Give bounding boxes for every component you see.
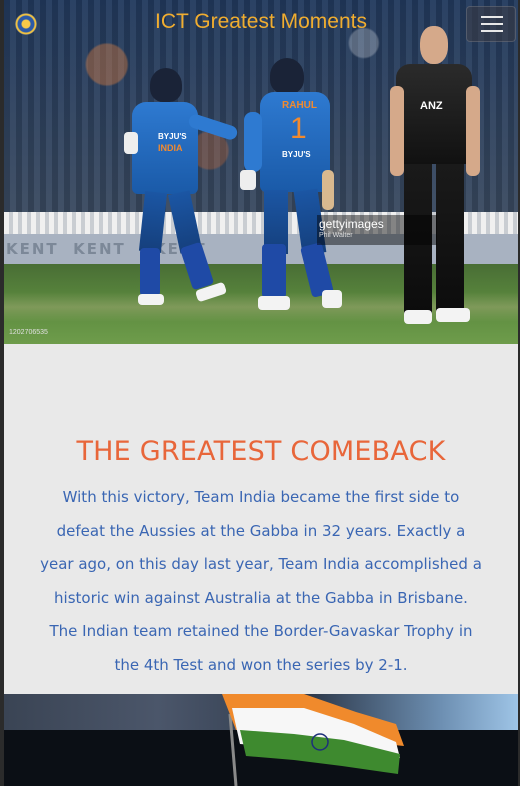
- player-new-zealand: ANZ: [390, 26, 482, 326]
- getty-watermark: gettyimages Phil Walter: [317, 215, 437, 245]
- section-heading: THE GREATEST COMEBACK: [76, 436, 446, 467]
- player-rahul: RAHUL 1 BYJU'S: [240, 58, 348, 314]
- hero-image: KENT KENT KENT BYJU'S INDIA RAHUL 1: [4, 0, 518, 344]
- page: KENT KENT KENT BYJU'S INDIA RAHUL 1: [4, 0, 518, 786]
- india-flag-icon: [222, 694, 404, 786]
- player-celebrating: BYJU'S INDIA: [124, 68, 239, 313]
- hamburger-menu-icon[interactable]: [466, 6, 516, 42]
- section-body: With this victory, Team India became the…: [40, 488, 482, 674]
- flag-image: [4, 694, 518, 786]
- site-title[interactable]: ICT Greatest Moments: [4, 10, 518, 34]
- photo-id: 1202706535: [9, 329, 48, 336]
